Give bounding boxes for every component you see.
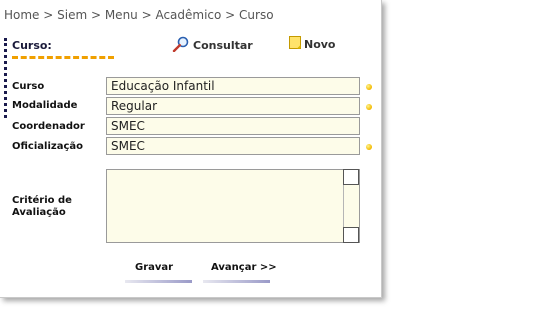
curso-label: Curso [12, 81, 45, 92]
scroll-down-button[interactable] [343, 227, 359, 243]
gravar-button[interactable]: Gravar [135, 262, 173, 273]
oficializacao-label: Oficialização [12, 141, 83, 152]
novo-label: Novo [304, 37, 336, 51]
gravar-underline [125, 280, 192, 283]
required-indicator [366, 144, 372, 150]
title-underline [12, 56, 114, 59]
section-divider [4, 38, 7, 118]
required-indicator [366, 84, 372, 90]
consultar-button[interactable]: Consultar [172, 36, 253, 55]
scroll-up-button[interactable] [343, 169, 359, 185]
consultar-label: Consultar [193, 39, 253, 52]
avancar-underline [203, 280, 270, 283]
criterio-label: Critério de Avaliação [12, 195, 72, 218]
modalidade-field[interactable] [106, 97, 360, 115]
avancar-button[interactable]: Avançar >> [211, 262, 277, 273]
magnifier-icon [172, 36, 190, 55]
curso-field[interactable] [106, 77, 360, 95]
breadcrumb: Home > Siem > Menu > Acadêmico > Curso [4, 8, 274, 22]
coordenador-field[interactable] [106, 117, 360, 135]
required-indicator [366, 104, 372, 110]
coordenador-label: Coordenador [12, 121, 85, 132]
textarea-scrollbar[interactable] [343, 169, 359, 243]
modalidade-label: Modalidade [12, 100, 78, 111]
criterio-textarea[interactable] [106, 169, 360, 243]
oficializacao-field[interactable] [106, 137, 360, 155]
novo-button[interactable]: Novo [289, 36, 336, 52]
main-panel: Home > Siem > Menu > Acadêmico > Curso C… [0, 0, 382, 298]
section-title: Curso: [12, 39, 52, 52]
note-icon [289, 36, 301, 52]
